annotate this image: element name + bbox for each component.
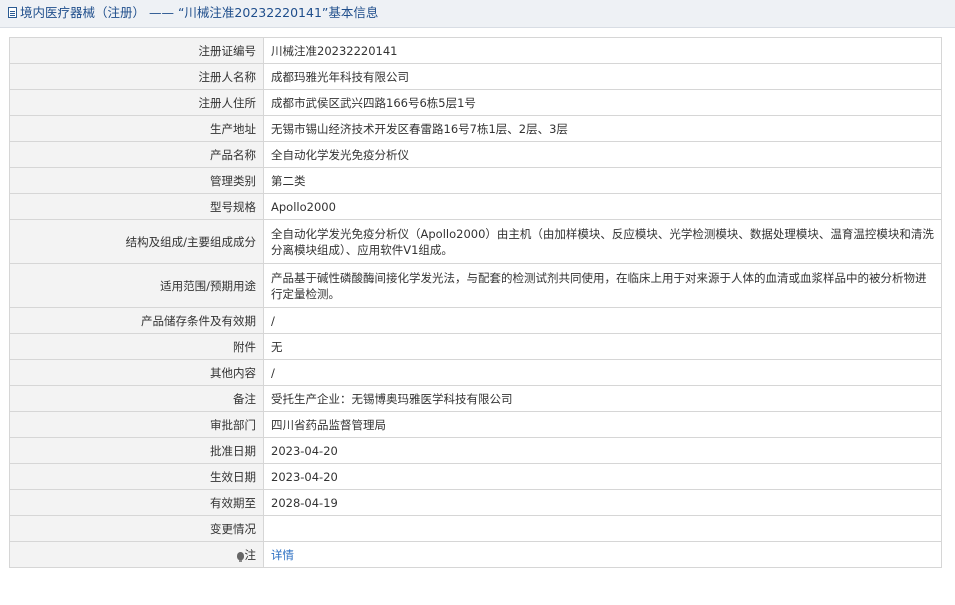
field-label: 批准日期 (9, 437, 264, 464)
field-value: 全自动化学发光免疫分析仪 (263, 141, 942, 168)
table-row: 生产地址 无锡市锡山经济技术开发区春雷路16号7栋1层、2层、3层 (9, 115, 942, 142)
field-label: 生产地址 (9, 115, 264, 142)
field-label: 变更情况 (9, 515, 264, 542)
field-label: 附件 (9, 333, 264, 360)
table-row: 产品储存条件及有效期 / (9, 307, 942, 334)
field-label: 注册证编号 (9, 37, 264, 64)
table-row: 其他内容 / (9, 359, 942, 386)
note-label-cell: 注 (9, 541, 264, 568)
field-value: 第二类 (263, 167, 942, 194)
field-label: 备注 (9, 385, 264, 412)
field-label: 产品名称 (9, 141, 264, 168)
field-value: 2023-04-20 (263, 463, 942, 490)
field-label: 有效期至 (9, 489, 264, 516)
table-row: 生效日期 2023-04-20 (9, 463, 942, 490)
page-title: 境内医疗器械（注册） —— “川械注准20232220141”基本信息 (20, 5, 379, 20)
field-label: 注册人住所 (9, 89, 264, 116)
table-row: 注册证编号 川械注准20232220141 (9, 37, 942, 64)
field-value: 无锡市锡山经济技术开发区春雷路16号7栋1层、2层、3层 (263, 115, 942, 142)
field-label: 其他内容 (9, 359, 264, 386)
table-row: 变更情况 (9, 515, 942, 542)
field-value: 川械注准20232220141 (263, 37, 942, 64)
details-link[interactable]: 详情 (271, 548, 294, 562)
field-value: 受托生产企业：无锡博奥玛雅医学科技有限公司 (263, 385, 942, 412)
field-value: 无 (263, 333, 942, 360)
table-row: 备注 受托生产企业：无锡博奥玛雅医学科技有限公司 (9, 385, 942, 412)
note-row: 注 详情 (9, 541, 942, 568)
field-value: / (263, 359, 942, 386)
field-value: 成都玛雅光年科技有限公司 (263, 63, 942, 90)
table-row: 注册人名称 成都玛雅光年科技有限公司 (9, 63, 942, 90)
field-value: 四川省药品监督管理局 (263, 411, 942, 438)
field-value (263, 515, 942, 542)
field-value: Apollo2000 (263, 193, 942, 220)
table-row: 注册人住所 成都市武侯区武兴四路166号6栋5层1号 (9, 89, 942, 116)
table-row: 管理类别 第二类 (9, 167, 942, 194)
field-label: 注册人名称 (9, 63, 264, 90)
note-label: 注 (244, 547, 257, 562)
detail-table: 注册证编号 川械注准20232220141 注册人名称 成都玛雅光年科技有限公司… (9, 37, 942, 568)
table-row: 附件 无 (9, 333, 942, 360)
field-value: / (263, 307, 942, 334)
field-label: 审批部门 (9, 411, 264, 438)
table-row: 结构及组成/主要组成成分 全自动化学发光免疫分析仪（Apollo2000）由主机… (9, 219, 942, 264)
lightbulb-icon (236, 551, 244, 562)
field-label: 生效日期 (9, 463, 264, 490)
table-row: 批准日期 2023-04-20 (9, 437, 942, 464)
field-value: 成都市武侯区武兴四路166号6栋5层1号 (263, 89, 942, 116)
field-value: 2023-04-20 (263, 437, 942, 464)
field-label: 型号规格 (9, 193, 264, 220)
document-icon (8, 7, 17, 18)
field-value: 产品基于碱性磷酸酶间接化学发光法，与配套的检测试剂共同使用，在临床上用于对来源于… (263, 263, 942, 308)
table-row: 型号规格 Apollo2000 (9, 193, 942, 220)
page-header: 境内医疗器械（注册） —— “川械注准20232220141”基本信息 (0, 0, 955, 28)
table-row: 审批部门 四川省药品监督管理局 (9, 411, 942, 438)
table-row: 有效期至 2028-04-19 (9, 489, 942, 516)
field-label: 适用范围/预期用途 (9, 263, 264, 308)
table-row: 产品名称 全自动化学发光免疫分析仪 (9, 141, 942, 168)
field-label: 产品储存条件及有效期 (9, 307, 264, 334)
field-label: 结构及组成/主要组成成分 (9, 219, 264, 264)
note-value-cell: 详情 (263, 541, 942, 568)
field-value: 全自动化学发光免疫分析仪（Apollo2000）由主机（由加样模块、反应模块、光… (263, 219, 942, 264)
field-label: 管理类别 (9, 167, 264, 194)
table-row: 适用范围/预期用途 产品基于碱性磷酸酶间接化学发光法，与配套的检测试剂共同使用，… (9, 263, 942, 308)
field-value: 2028-04-19 (263, 489, 942, 516)
